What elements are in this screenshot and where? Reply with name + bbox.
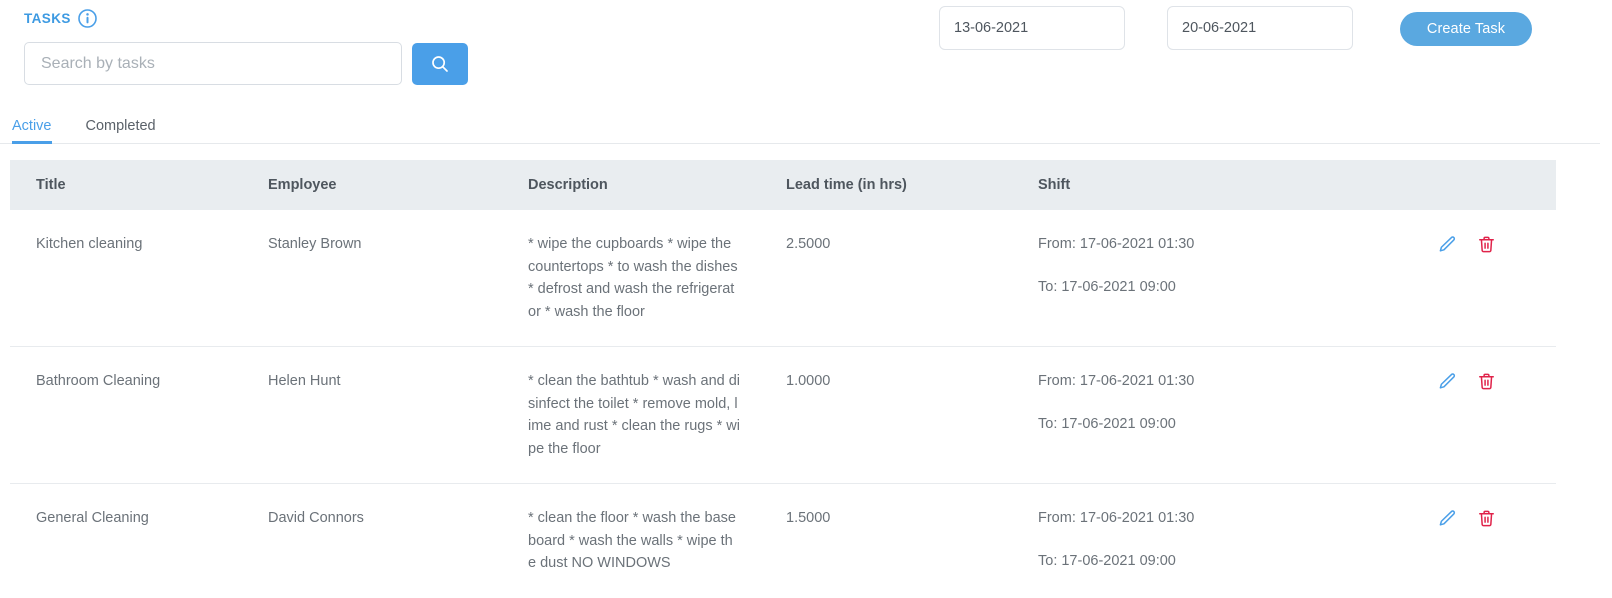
row-actions xyxy=(1438,233,1556,254)
cell-lead-time: 1.5000 xyxy=(786,483,1038,598)
shift-spacer xyxy=(1038,530,1438,550)
table-row[interactable]: Bathroom Cleaning Helen Hunt * clean the… xyxy=(10,346,1556,484)
column-header-lead-time: Lead time (in hrs) xyxy=(786,160,1038,210)
search-row xyxy=(12,42,1600,85)
info-circle-icon[interactable] xyxy=(77,9,97,28)
pencil-icon xyxy=(1438,509,1457,528)
cell-actions xyxy=(1438,210,1556,347)
table-header-row: Title Employee Description Lead time (in… xyxy=(10,160,1556,210)
shift-to: To: 17-06-2021 09:00 xyxy=(1038,278,1176,295)
shift-to: To: 17-06-2021 09:00 xyxy=(1038,415,1176,432)
table-row[interactable]: General Cleaning David Connors * clean t… xyxy=(10,483,1556,598)
tasks-table-wrapper: Title Employee Description Lead time (in… xyxy=(10,160,1600,598)
cell-shift: From: 17-06-2021 01:30 To: 17-06-2021 09… xyxy=(1038,483,1438,598)
row-actions xyxy=(1438,370,1556,391)
description-text: * wipe the cupboards * wipe the countert… xyxy=(528,236,738,320)
page-title-row: TASKS xyxy=(12,0,1600,28)
cell-lead-time: 2.5000 xyxy=(786,236,831,252)
cell-employee: Stanley Brown xyxy=(268,236,362,252)
cell-lead-time: 1.0000 xyxy=(786,346,1038,484)
tab-completed[interactable]: Completed xyxy=(86,118,168,143)
task-status-tabs: Active Completed xyxy=(0,108,1600,144)
tasks-table: Title Employee Description Lead time (in… xyxy=(10,160,1556,598)
tab-active[interactable]: Active xyxy=(12,118,64,144)
shift-spacer xyxy=(1038,256,1438,276)
cell-shift: From: 17-06-2021 01:30 To: 17-06-2021 09… xyxy=(1038,346,1438,484)
trash-icon xyxy=(1477,235,1496,254)
cell-description: * wipe the cupboards * wipe the countert… xyxy=(528,210,786,347)
search-input[interactable] xyxy=(24,42,402,85)
pencil-icon xyxy=(1438,235,1457,254)
cell-description: * clean the floor * wash the base board … xyxy=(528,483,786,598)
edit-task-button[interactable] xyxy=(1438,235,1457,254)
tasks-table-head: Title Employee Description Lead time (in… xyxy=(10,160,1556,210)
page-header: TASKS Create Task xyxy=(0,0,1612,108)
shift-from: From: 17-06-2021 01:30 xyxy=(1038,236,1195,252)
column-header-actions xyxy=(1438,160,1556,210)
table-row[interactable]: Kitchen cleaning Stanley Brown * wipe th… xyxy=(10,210,1556,347)
column-header-description: Description xyxy=(528,160,786,210)
trash-icon xyxy=(1477,372,1496,391)
shift-from: From: 17-06-2021 01:30 xyxy=(1038,373,1195,389)
tasks-table-body: Kitchen cleaning Stanley Brown * wipe th… xyxy=(10,210,1556,598)
cell-actions xyxy=(1438,483,1556,598)
date-from-input[interactable] xyxy=(939,6,1125,50)
shift-spacer xyxy=(1038,393,1438,413)
delete-task-button[interactable] xyxy=(1477,235,1496,254)
delete-task-button[interactable] xyxy=(1477,509,1496,528)
cell-shift: From: 17-06-2021 01:30 To: 17-06-2021 09… xyxy=(1038,210,1438,347)
edit-task-button[interactable] xyxy=(1438,509,1457,528)
cell-title: Bathroom Cleaning xyxy=(10,346,268,484)
cell-actions xyxy=(1438,346,1556,484)
cell-title: General Cleaning xyxy=(10,483,268,598)
date-to-input[interactable] xyxy=(1167,6,1353,50)
description-text: * clean the bathtub * wash and disinfect… xyxy=(528,373,741,457)
cell-title: Kitchen cleaning xyxy=(36,236,143,252)
cell-description: * clean the bathtub * wash and disinfect… xyxy=(528,346,786,484)
description-text: * clean the floor * wash the base board … xyxy=(528,510,736,571)
page-title: TASKS xyxy=(24,11,71,26)
column-header-shift: Shift xyxy=(1038,160,1438,210)
delete-task-button[interactable] xyxy=(1477,372,1496,391)
create-task-button[interactable]: Create Task xyxy=(1400,12,1532,46)
trash-icon xyxy=(1477,509,1496,528)
search-icon xyxy=(430,54,450,74)
pencil-icon xyxy=(1438,372,1457,391)
shift-to: To: 17-06-2021 09:00 xyxy=(1038,552,1176,569)
shift-from: From: 17-06-2021 01:30 xyxy=(1038,510,1195,526)
row-actions xyxy=(1438,507,1556,528)
cell-employee: Helen Hunt xyxy=(268,346,528,484)
column-header-employee: Employee xyxy=(268,160,528,210)
column-header-title: Title xyxy=(10,160,268,210)
edit-task-button[interactable] xyxy=(1438,372,1457,391)
cell-employee: David Connors xyxy=(268,483,528,598)
search-button[interactable] xyxy=(412,42,468,85)
